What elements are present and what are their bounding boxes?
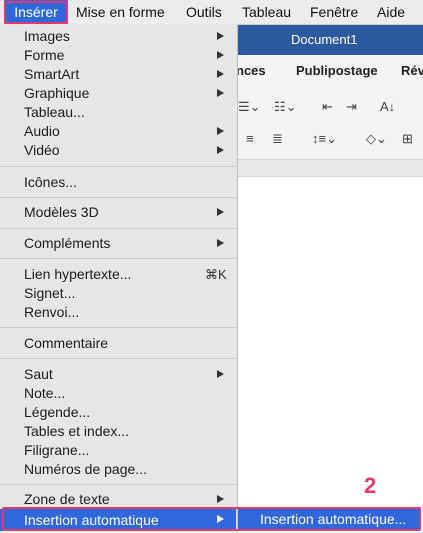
menu-item-lien-hypertexte[interactable]: Lien hypertexte... ⌘K: [0, 265, 236, 284]
document-canvas[interactable]: [238, 177, 423, 507]
annotation-number-2: 2: [364, 473, 377, 498]
window-title-bar: Document1: [238, 25, 423, 55]
menu-item-tables-et-index[interactable]: Tables et index...: [0, 422, 236, 441]
submenu-arrow-icon: [217, 239, 224, 247]
ribbon-toolbar: ☰⌄ ☷⌄ ⇤ ⇥ A↓ ≡ ≣ ↕≡⌄ ◇⌄ ⊞: [238, 87, 423, 160]
menu-separator: [0, 166, 236, 167]
menu-item-label: Filigrane...: [24, 442, 90, 458]
submenu-arrow-icon: [217, 32, 224, 40]
menu-item-label: Lien hypertexte...: [24, 266, 132, 282]
multilevel-list-icon[interactable]: ☷⌄: [274, 99, 297, 115]
menu-item-label: Tableau...: [24, 104, 85, 120]
menu-item-legende[interactable]: Légende...: [0, 403, 236, 422]
submenu-arrow-icon: [217, 495, 224, 503]
menu-item-label: Légende...: [24, 404, 91, 420]
tab-publipostage[interactable]: Publipostage: [296, 63, 378, 78]
menu-item-label: Numéros de page...: [24, 461, 147, 477]
sort-icon[interactable]: A↓: [380, 99, 395, 114]
tab-revision[interactable]: Rév: [401, 63, 423, 78]
menu-fenetre[interactable]: Fenêtre: [310, 0, 358, 24]
menu-item-tableau[interactable]: Tableau...: [0, 103, 236, 122]
menu-item-label: Tables et index...: [24, 423, 130, 439]
annotation-box-2: [2, 507, 421, 531]
menu-item-label: Vidéo: [24, 142, 60, 158]
menu-item-label: SmartArt: [24, 66, 80, 82]
menu-item-forme[interactable]: Forme: [0, 46, 236, 65]
menu-item-saut[interactable]: Saut: [0, 365, 236, 384]
menu-item-label: Modèles 3D: [24, 204, 99, 220]
window-title: Document1: [291, 32, 358, 47]
submenu-arrow-icon: [217, 89, 224, 97]
menu-item-label: Images: [24, 28, 70, 44]
bullet-list-icon[interactable]: ☰⌄: [238, 99, 261, 115]
menu-item-graphique[interactable]: Graphique: [0, 84, 236, 103]
menu-item-complements[interactable]: Compléments: [0, 234, 236, 253]
shortcut-label: ⌘K: [205, 267, 227, 282]
align-right-icon[interactable]: ≡: [246, 131, 254, 146]
menu-item-modeles-3d[interactable]: Modèles 3D: [0, 203, 236, 222]
menu-item-label: Icônes...: [24, 174, 77, 190]
menu-separator: [0, 484, 236, 485]
menu-item-label: Renvoi...: [24, 304, 80, 320]
decrease-indent-icon[interactable]: ⇤: [322, 99, 333, 115]
menu-item-numeros-de-page[interactable]: Numéros de page...: [0, 460, 236, 479]
submenu-arrow-icon: [217, 146, 224, 154]
submenu-arrow-icon: [217, 51, 224, 59]
menu-separator: [0, 197, 236, 198]
menu-item-note[interactable]: Note...: [0, 384, 236, 403]
menu-item-images[interactable]: Images: [0, 27, 236, 46]
menu-item-label: Audio: [24, 123, 60, 139]
justify-icon[interactable]: ≣: [272, 131, 283, 147]
shading-icon[interactable]: ◇⌄: [366, 131, 387, 147]
ribbon-tabs: nces Publipostage Rév: [236, 55, 423, 87]
menu-separator: [0, 327, 236, 328]
menu-separator: [0, 258, 236, 259]
menu-item-icones[interactable]: Icônes...: [0, 173, 236, 192]
menu-tableau[interactable]: Tableau: [242, 0, 291, 24]
menu-item-label: Compléments: [24, 235, 111, 251]
menu-item-smartart[interactable]: SmartArt: [0, 65, 236, 84]
tab-references[interactable]: nces: [236, 63, 266, 78]
borders-icon[interactable]: ⊞: [402, 131, 413, 147]
menu-item-renvoi[interactable]: Renvoi...: [0, 303, 236, 322]
menu-item-label: Note...: [24, 385, 66, 401]
insert-menu: Images Forme SmartArt Graphique Tableau.…: [0, 24, 238, 532]
menu-separator: [0, 358, 236, 359]
submenu-arrow-icon: [217, 70, 224, 78]
menu-item-audio[interactable]: Audio: [0, 122, 236, 141]
menu-item-label: Saut: [24, 366, 53, 382]
menu-mise-en-forme[interactable]: Mise en forme: [76, 0, 165, 24]
menu-item-video[interactable]: Vidéo: [0, 141, 236, 160]
menu-item-signet[interactable]: Signet...: [0, 284, 236, 303]
menu-aide[interactable]: Aide: [377, 0, 405, 24]
menu-outils[interactable]: Outils: [186, 0, 222, 24]
menu-item-label: Forme: [24, 47, 65, 63]
submenu-arrow-icon: [217, 370, 224, 378]
menu-item-filigrane[interactable]: Filigrane...: [0, 441, 236, 460]
menu-item-label: Graphique: [24, 85, 90, 101]
menu-separator: [0, 228, 236, 229]
submenu-arrow-icon: [217, 208, 224, 216]
menu-item-commentaire[interactable]: Commentaire: [0, 334, 236, 353]
annotation-box-1: [4, 1, 68, 24]
increase-indent-icon[interactable]: ⇥: [346, 99, 357, 115]
submenu-arrow-icon: [217, 127, 224, 135]
menu-item-label: Signet...: [24, 285, 76, 301]
line-spacing-icon[interactable]: ↕≡⌄: [312, 131, 337, 147]
menu-item-label: Commentaire: [24, 335, 109, 351]
ruler: [238, 160, 423, 177]
